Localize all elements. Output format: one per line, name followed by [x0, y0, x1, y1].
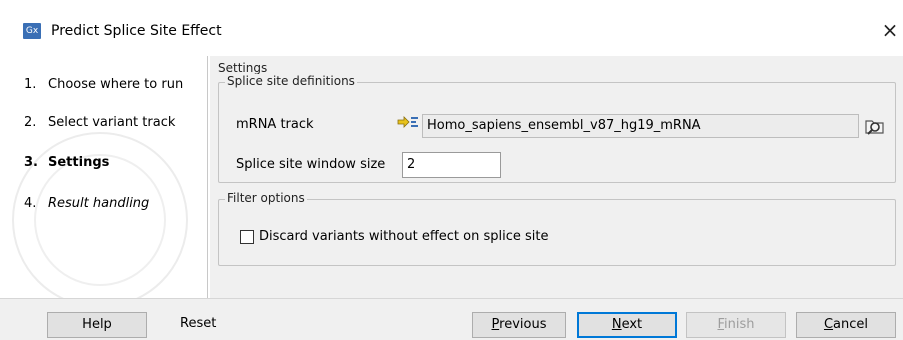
- step-settings: 3. Settings: [24, 155, 110, 170]
- filter-options-group: Filter options Discard variants without …: [218, 191, 896, 266]
- window-title: Predict Splice Site Effect: [51, 23, 222, 39]
- cancel-button[interactable]: Cancel: [796, 312, 896, 338]
- close-icon[interactable]: ×: [880, 18, 900, 42]
- finish-button[interactable]: Finish: [686, 312, 786, 338]
- wizard-steps-panel: 1. Choose where to run 2. Select variant t…: [12, 56, 208, 298]
- discard-variants-checkbox[interactable]: [240, 230, 254, 244]
- button-bar: Help Reset Previous Next Finish Cancel: [0, 298, 903, 340]
- track-icon: [397, 116, 418, 128]
- mrna-track-field[interactable]: Homo_sapiens_ensembl_v87_hg19_mRNA: [422, 114, 859, 138]
- splice-group-legend: Splice site definitions: [225, 74, 357, 88]
- reset-button[interactable]: Reset: [180, 312, 240, 338]
- mrna-track-label: mRNA track: [236, 117, 314, 132]
- title-bar: Gx Predict Splice Site Effect ×: [0, 0, 903, 44]
- watermark-logo-inner: [34, 154, 166, 286]
- settings-title: Settings: [218, 61, 268, 75]
- next-button[interactable]: Next: [577, 312, 677, 338]
- splice-window-label: Splice site window size: [236, 157, 386, 172]
- app-icon: Gx: [23, 23, 41, 39]
- step-select-variant-track: 2. Select variant track: [24, 115, 176, 130]
- browse-folder-icon[interactable]: [864, 116, 886, 136]
- filter-group-legend: Filter options: [225, 191, 307, 205]
- step-result-handling: 4. Result handling: [24, 196, 150, 211]
- settings-panel: Settings Splice site definitions mRNA tr…: [210, 56, 903, 298]
- help-button[interactable]: Help: [47, 312, 147, 338]
- previous-button[interactable]: Previous: [472, 312, 566, 338]
- splice-window-input[interactable]: 2: [402, 152, 501, 178]
- step-choose-where-to-run: 1. Choose where to run: [24, 77, 184, 92]
- discard-variants-label[interactable]: Discard variants without effect on splic…: [259, 229, 549, 244]
- splice-site-definitions-group: Splice site definitions mRNA track Homo_…: [218, 74, 896, 183]
